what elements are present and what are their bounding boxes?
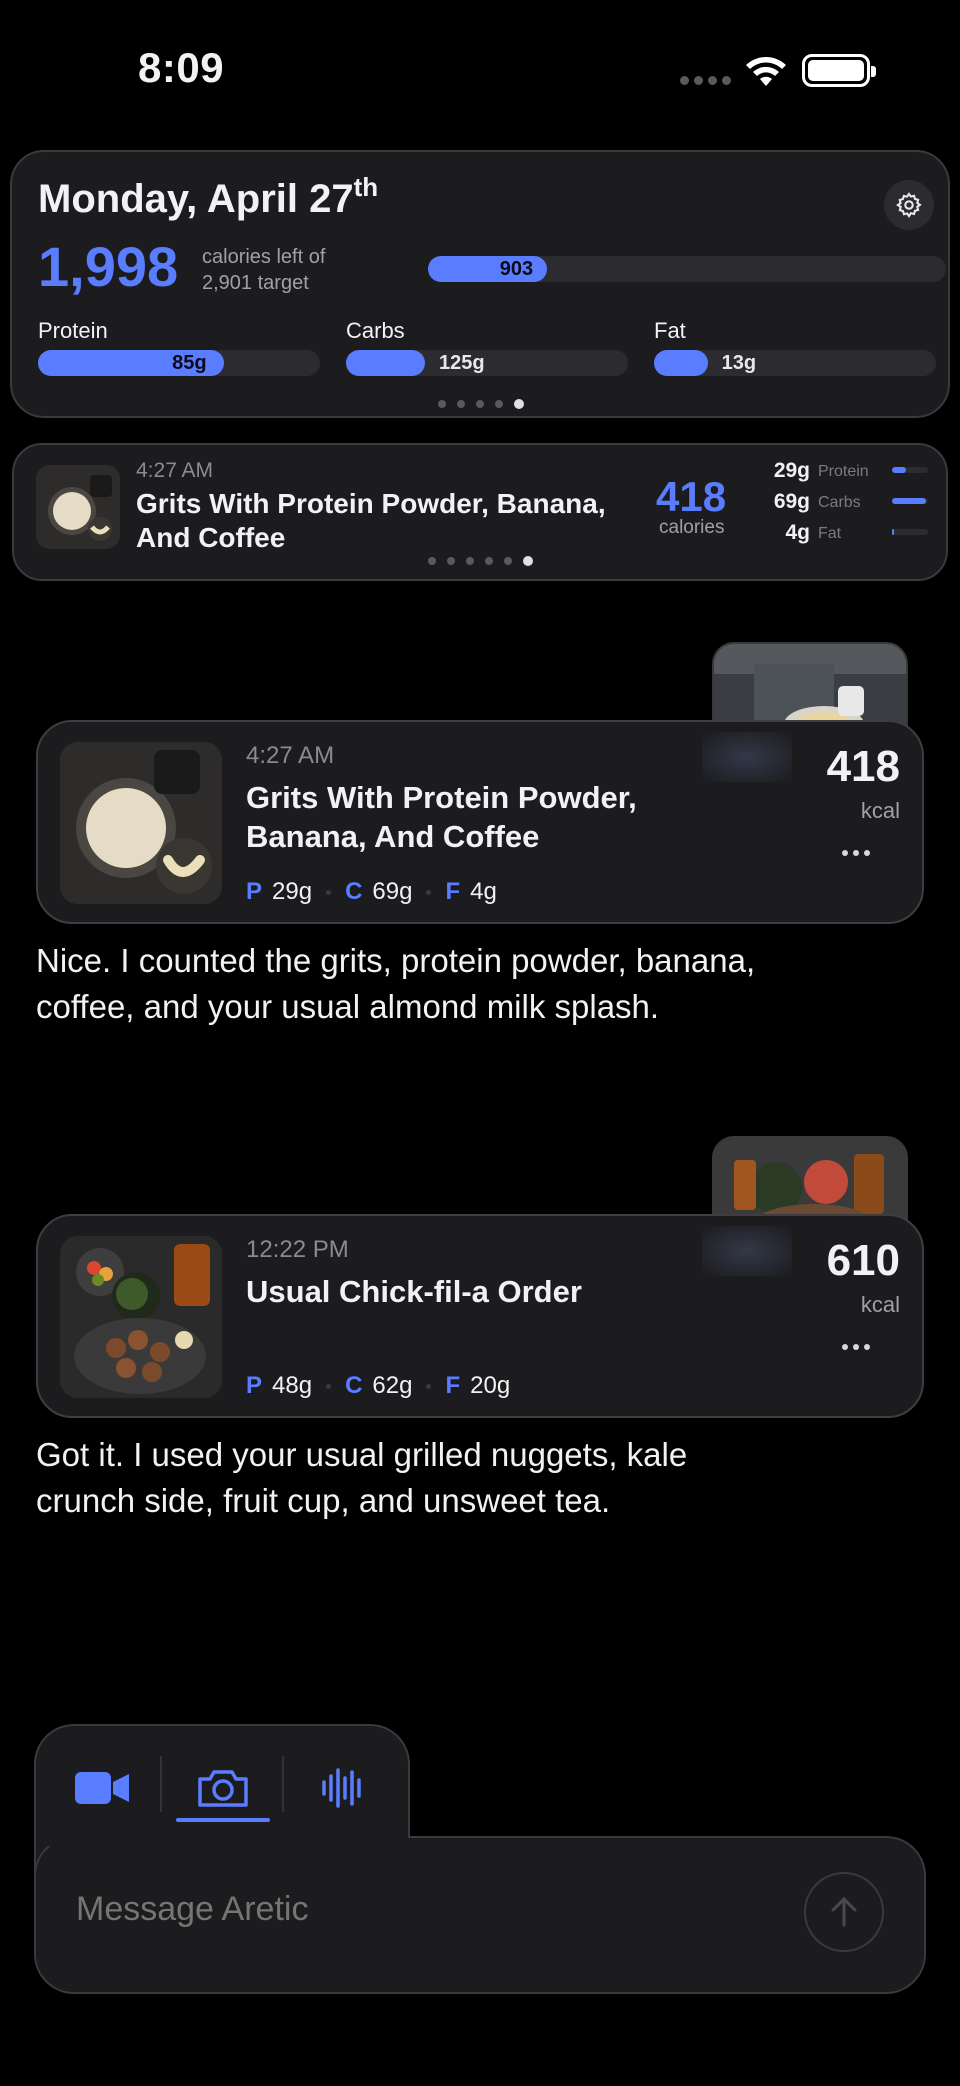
voice-button[interactable]: [298, 1756, 388, 1820]
message-composer: [34, 1836, 926, 1994]
page-dot-active[interactable]: [514, 399, 524, 409]
summary-date: Monday, April 27th: [38, 172, 379, 221]
assistant-reply: Nice. I counted the grits, protein powde…: [36, 942, 756, 1025]
mini-macro-protein: 29g Protein: [754, 459, 934, 483]
meal-photo: [36, 465, 120, 549]
macro-carbs: Carbs 125g: [346, 318, 628, 376]
calories-caption: calories left of 2,901 target: [202, 246, 326, 294]
meal-photo: [60, 1236, 222, 1398]
assistant-reply: Got it. I used your usual grilled nugget…: [36, 1436, 688, 1519]
logged-meal-card[interactable]: 4:27 AM Grits With Protein Powder, Banan…: [12, 443, 948, 581]
user-photo-thumbnail[interactable]: [712, 642, 908, 732]
page-dot[interactable]: [438, 400, 446, 408]
video-icon: [75, 1772, 129, 1804]
mini-macro-carbs: 69g Carbs: [754, 490, 934, 514]
more-options-button[interactable]: [842, 1344, 870, 1350]
page-dot[interactable]: [476, 400, 484, 408]
send-button[interactable]: [804, 1872, 884, 1952]
settings-button[interactable]: [884, 180, 934, 230]
meal-macros: P 29g C 69g F 4g: [246, 878, 497, 905]
meal-kcal: 610: [826, 1236, 900, 1285]
meal-kcal: 418: [826, 742, 900, 791]
message-input[interactable]: [76, 1890, 776, 1929]
summary-page-indicator[interactable]: [438, 399, 524, 409]
meal-name: Usual Chick-fil-a Order: [246, 1274, 582, 1309]
page-dot-active[interactable]: [523, 556, 533, 566]
calories-consumed-bar: 903: [428, 256, 946, 282]
meal-kcal-label: kcal: [860, 1292, 900, 1317]
logged-meal-time: 4:27 AM: [136, 459, 214, 482]
page-dot[interactable]: [466, 557, 474, 565]
logged-meal-calories: 418: [656, 473, 727, 520]
more-options-button[interactable]: [842, 850, 870, 856]
mini-macro-fat: 4g Fat: [754, 521, 934, 545]
macro-fat: Fat 13g: [654, 318, 936, 376]
logged-meal-page-indicator[interactable]: [428, 556, 533, 566]
cellular-signal-icon: [680, 76, 731, 85]
page-dot[interactable]: [447, 557, 455, 565]
meal-name: Grits With Protein Powder, Banana, And C…: [246, 780, 637, 854]
voice-waveform-icon: [322, 1768, 361, 1808]
page-dot[interactable]: [428, 557, 436, 565]
logged-meal-name: Grits With Protein Powder, Banana, And C…: [136, 488, 606, 553]
wifi-icon: [746, 57, 786, 86]
page-dot[interactable]: [495, 400, 503, 408]
logged-meal-calories-label: calories: [659, 517, 725, 538]
calories-consumed-label: 903: [499, 258, 534, 280]
user-photo-thumbnail[interactable]: [712, 1136, 908, 1226]
meal-macros: P 48g C 62g F 20g: [246, 1372, 511, 1399]
page-dot[interactable]: [485, 557, 493, 565]
calories-left-value: 1,998: [38, 235, 179, 298]
meal-kcal-label: kcal: [860, 798, 900, 823]
active-mode-indicator: [176, 1818, 270, 1822]
arrow-up-icon: [831, 1896, 857, 1927]
status-time: 8:09: [138, 44, 225, 91]
camera-icon: [198, 1770, 248, 1807]
meal-card[interactable]: 12:22 PM Usual Chick-fil-a Order P 48g C6…: [36, 1214, 924, 1418]
meal-time: 4:27 AM: [246, 742, 335, 769]
gear-icon: [896, 192, 922, 218]
battery-icon: [802, 54, 876, 87]
daily-summary-card[interactable]: Monday, April 27th 1,998 calories left o…: [10, 150, 950, 418]
camera-button[interactable]: [178, 1756, 268, 1820]
page-dot[interactable]: [457, 400, 465, 408]
meal-card[interactable]: 4:27 AM Grits With Protein Powder, Banan…: [36, 720, 924, 924]
video-button[interactable]: [58, 1756, 148, 1820]
meal-time: 12:22 PM: [246, 1236, 349, 1263]
page-dot[interactable]: [504, 557, 512, 565]
meal-photo: [60, 742, 222, 904]
macro-protein: Protein 85g: [38, 318, 320, 376]
